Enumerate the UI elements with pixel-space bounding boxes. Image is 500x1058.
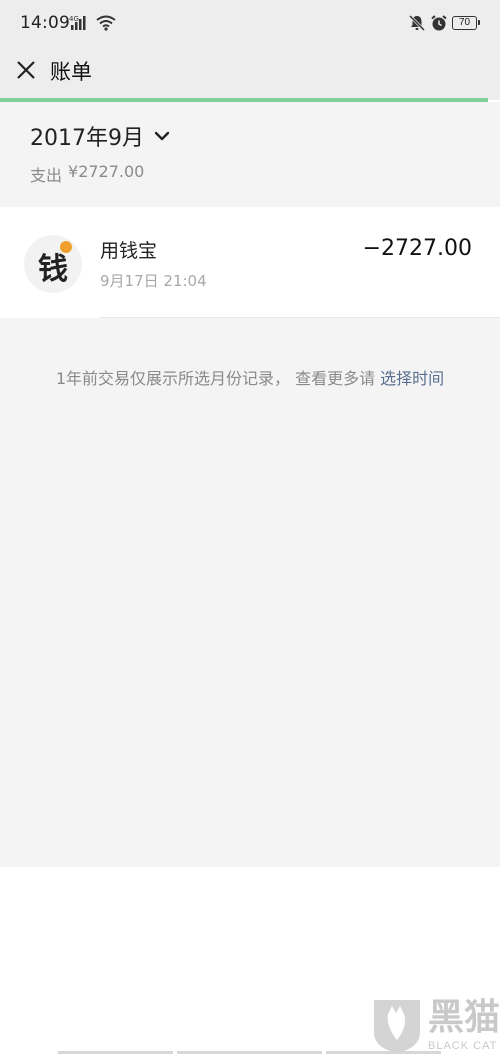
month-label: 2017年9月 [30,126,144,151]
transaction-item[interactable]: 钱 用钱宝 9月17日 21:04 −2727.00 [0,207,500,318]
nav-bar-segment [177,1051,322,1054]
select-time-link[interactable]: 选择时间 [380,369,444,388]
chevron-down-icon [154,131,170,141]
wifi-icon [96,15,116,35]
content-area: 1年前交易仅展示所选月份记录， 查看更多请 选择时间 [0,318,500,867]
black-cat-logo-icon [374,1000,420,1053]
merchant-avatar: 钱 [24,235,82,293]
transaction-name: 用钱宝 [100,240,158,262]
status-bar: 14:09 4G 70 [0,0,500,48]
network-type-label: 4G [69,15,79,23]
close-icon [17,61,35,79]
status-time: 14:09 [20,13,70,33]
notice-text: 1年前交易仅展示所选月份记录， 查看更多请 [55,369,381,388]
merchant-logo-dot [60,241,72,253]
spend-summary: 支出 ¥2727.00 [30,162,144,186]
alarm-icon [430,14,448,36]
month-selector[interactable]: 2017年9月 [30,120,170,152]
watermark-subtitle: BLACK CAT [428,1040,498,1052]
battery-icon: 70 [452,16,480,30]
nav-bar-segment [58,1051,173,1054]
watermark: 黑猫 BLACK CAT [370,996,500,1055]
page-title: 账单 [50,60,92,84]
transaction-time: 9月17日 21:04 [100,272,207,290]
month-summary: 2017年9月 支出 ¥2727.00 [0,102,500,207]
close-button[interactable] [10,54,42,86]
history-notice: 1年前交易仅展示所选月份记录， 查看更多请 选择时间 [0,365,500,389]
transaction-amount: −2727.00 [362,236,472,261]
bell-off-icon [408,14,426,36]
header-bar: 账单 [0,48,500,100]
watermark-brand: 黑猫 [428,997,500,1038]
spend-label: 支出 [30,166,63,185]
signal-icon: 4G [69,14,91,36]
spend-amount: ¥2727.00 [68,162,145,181]
